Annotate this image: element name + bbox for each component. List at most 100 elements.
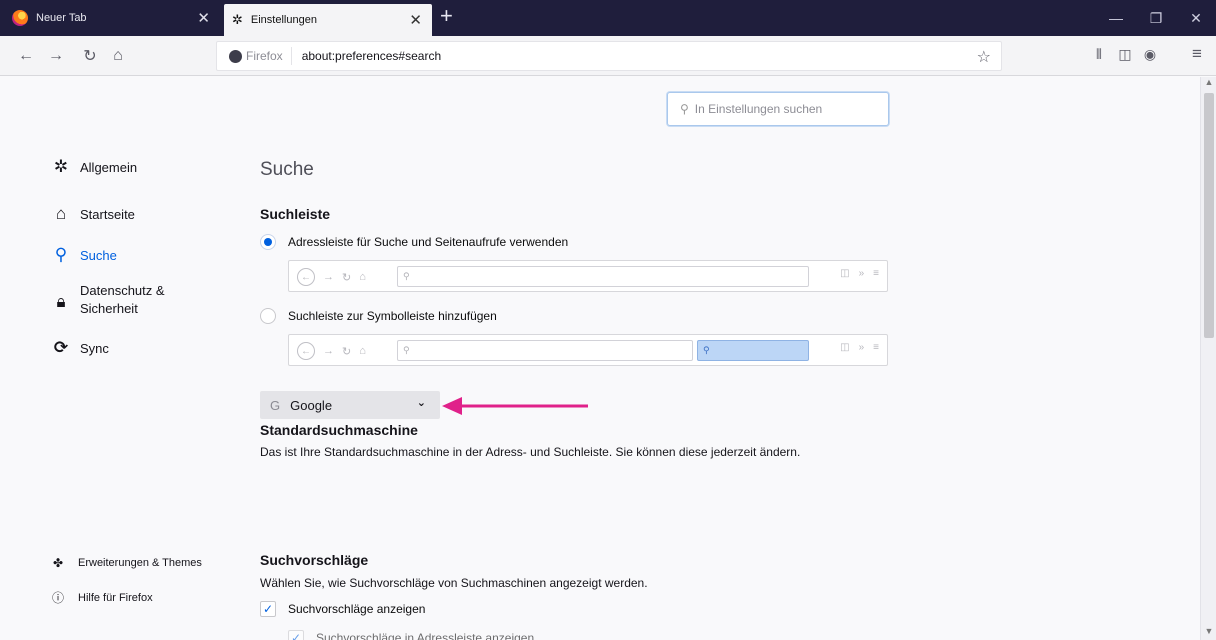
sidebar-item-allgemein[interactable]: ✲ Allgemein <box>50 157 137 177</box>
search-bar-preview: ← → ↻ ⌂ ⚲ ⚲ ◫ » ≡ <box>288 334 888 366</box>
default-engine-heading: Standardsuchmaschine <box>260 422 418 438</box>
scroll-up-arrow-icon[interactable]: ▲ <box>1201 77 1216 91</box>
page-title: Suche <box>260 159 314 180</box>
preview-tool-icons: ◫ » ≡ <box>831 268 879 279</box>
searchbar-heading: Suchleiste <box>260 206 331 222</box>
sidebar-footer-label: Erweiterungen & Themes <box>78 557 202 569</box>
sidebar-item-sync[interactable]: ⟳ Sync <box>50 338 109 358</box>
sidebar-item-label: Sync <box>80 340 109 356</box>
preview-url-field: ⚲ <box>397 340 693 361</box>
tab-settings[interactable]: ✲ Einstellungen ✕ <box>224 4 432 36</box>
sidebar-extensions-link[interactable]: ✤ Erweiterungen & Themes <box>50 556 202 570</box>
radio-button-checked[interactable] <box>260 234 276 250</box>
radio-button-unchecked[interactable] <box>260 308 276 324</box>
forward-icon: → <box>323 271 334 283</box>
sidebar-footer-label: Hilfe für Firefox <box>78 591 153 604</box>
preview-tool-icons: ◫ » ≡ <box>831 342 879 353</box>
navigation-toolbar: ← → ↻ ⌂ Firefox about:preferences#search… <box>0 36 1216 76</box>
firefox-icon <box>229 49 242 63</box>
scrollbar-thumb[interactable] <box>1204 93 1214 338</box>
home-icon: ⌂ <box>359 271 366 283</box>
preferences-content: ⚲ In Einstellungen suchen ✲ Allgemein ⌂ … <box>0 77 1200 640</box>
sidebar-help-link[interactable]: ⓘ Hilfe für Firefox <box>50 589 153 606</box>
url-bar[interactable]: Firefox about:preferences#search ☆ <box>216 41 1002 71</box>
preview-nav-icons: ← → ↻ ⌂ <box>297 268 374 286</box>
overflow-icon: » <box>858 342 865 353</box>
radio-address-bar[interactable]: Adressleiste für Suche und Seitenaufrufe… <box>260 234 568 250</box>
menu-icon: ≡ <box>873 268 879 279</box>
firefox-logo-icon <box>12 10 28 26</box>
close-tab-icon[interactable]: ✕ <box>197 9 210 27</box>
tab-label: Neuer Tab <box>36 12 87 24</box>
preview-nav-icons: ← → ↻ ⌂ <box>297 342 374 360</box>
lock-icon: 🔒︎ <box>56 292 66 311</box>
reload-icon: ↻ <box>342 345 352 358</box>
sync-icon: ⟳ <box>53 338 69 357</box>
minimize-button[interactable]: — <box>1096 0 1136 36</box>
back-icon: ← <box>297 342 315 360</box>
suggestions-description: Wählen Sie, wie Suchvorschläge von Suchm… <box>260 576 648 590</box>
overflow-icon: » <box>858 268 865 279</box>
checkbox-suggestions-address-bar[interactable]: ✓ Suchvorschläge in Adressleiste anzeige… <box>288 630 534 640</box>
menu-icon: ≡ <box>873 342 879 353</box>
restore-button[interactable]: ❐ <box>1136 0 1176 36</box>
annotation-arrow <box>442 397 588 415</box>
address-bar-preview: ← → ↻ ⌂ ⚲ ◫ » ≡ <box>288 260 888 292</box>
tab-new-tab[interactable]: Neuer Tab ✕ <box>0 0 220 36</box>
search-placeholder: In Einstellungen suchen <box>694 102 823 116</box>
home-button[interactable]: ⌂ <box>106 44 130 68</box>
reload-button[interactable]: ↻ <box>78 44 102 68</box>
sidebar-item-startseite[interactable]: ⌂ Startseite <box>50 204 135 224</box>
chevron-down-icon: ⌄ <box>416 397 426 409</box>
checkbox-checked[interactable]: ✓ <box>260 601 276 617</box>
sidebar-item-label-2: Sicherheit <box>80 301 138 316</box>
radio-search-bar[interactable]: Suchleiste zur Symbolleiste hinzufügen <box>260 308 497 324</box>
forward-button[interactable]: → <box>44 44 68 68</box>
url-text[interactable]: about:preferences#search <box>302 49 441 63</box>
search-icon: ⚲ <box>54 245 68 264</box>
sidebar-item-label: Allgemein <box>80 159 138 175</box>
scroll-down-arrow-icon[interactable]: ▼ <box>1201 626 1216 640</box>
close-window-button[interactable]: ✕ <box>1176 0 1216 36</box>
back-button[interactable]: ← <box>14 44 38 68</box>
search-icon: ⚲ <box>680 102 689 116</box>
sidebar-item-label: Datenschutz & <box>80 283 165 298</box>
checkbox-label: Suchvorschläge in Adressleiste anzeigen <box>316 631 535 640</box>
radio-label: Suchleiste zur Symbolleiste hinzufügen <box>288 309 497 323</box>
back-icon: ← <box>297 268 315 286</box>
sidebar-item-label: Startseite <box>80 206 135 222</box>
identity-label: Firefox <box>246 49 283 63</box>
default-engine-dropdown[interactable]: G Google ⌄ <box>260 391 440 419</box>
menu-icon[interactable]: ≡ <box>1187 44 1207 64</box>
gear-icon: ✲ <box>53 157 69 176</box>
default-engine-description: Das ist Ihre Standardsuchmaschine in der… <box>260 445 801 459</box>
checkbox-checked[interactable]: ✓ <box>288 630 304 640</box>
sidebar-item-suche[interactable]: ⚲ Suche <box>50 245 117 265</box>
bookmark-star-icon[interactable]: ☆ <box>977 47 991 67</box>
default-engine-value: Google <box>290 397 333 413</box>
sidebar-toggle-icon[interactable]: ◫ <box>1115 46 1135 63</box>
forward-icon: → <box>323 345 334 357</box>
identity-box[interactable]: Firefox <box>217 47 292 65</box>
home-icon: ⌂ <box>55 204 67 223</box>
account-icon[interactable]: ◉ <box>1140 46 1160 63</box>
help-icon: ⓘ <box>51 591 64 605</box>
library-icon[interactable]: ⫴ <box>1089 46 1109 63</box>
new-tab-button[interactable]: + <box>440 3 453 29</box>
sidebar-item-label: Suche <box>80 247 117 263</box>
content-scrollbar[interactable]: ▲ ▼ <box>1200 77 1216 640</box>
gear-icon: ✲ <box>232 12 243 27</box>
puzzle-icon: ✤ <box>52 556 64 570</box>
suggestions-heading: Suchvorschläge <box>260 552 369 568</box>
sidebar-icon: ◫ <box>840 342 850 353</box>
preview-url-field: ⚲ <box>397 266 809 287</box>
preview-search-field: ⚲ <box>697 340 809 361</box>
reload-icon: ↻ <box>342 271 352 284</box>
home-icon: ⌂ <box>359 345 366 357</box>
checkbox-label: Suchvorschläge anzeigen <box>288 602 426 616</box>
sidebar-item-datenschutz[interactable]: 🔒︎ Datenschutz & Sicherheit <box>50 282 165 318</box>
tab-strip: Neuer Tab ✕ ✲ Einstellungen ✕ + — ❐ ✕ <box>0 0 1216 36</box>
close-tab-icon[interactable]: ✕ <box>409 11 422 29</box>
preferences-search-input[interactable]: ⚲ In Einstellungen suchen <box>667 92 889 126</box>
checkbox-show-suggestions[interactable]: ✓ Suchvorschläge anzeigen <box>260 601 425 617</box>
